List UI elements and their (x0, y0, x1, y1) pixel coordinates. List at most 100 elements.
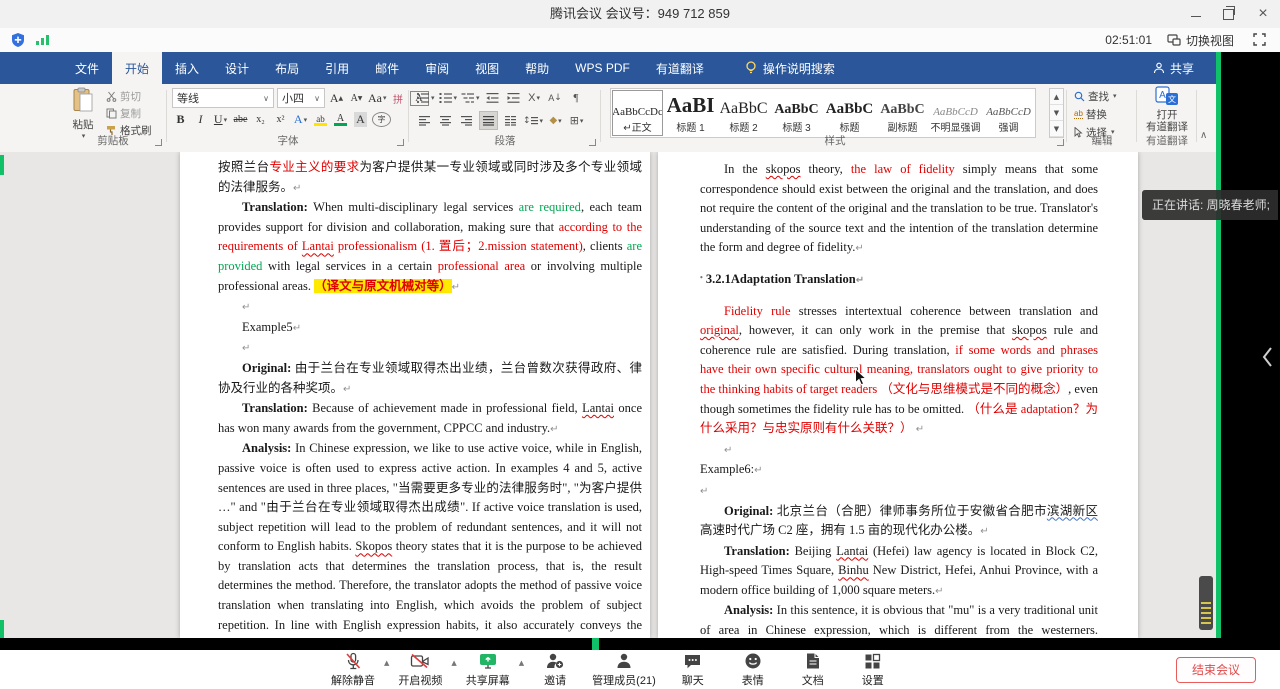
font-size-combo[interactable]: 小四∨ (277, 88, 325, 108)
scrollbar-thumb[interactable] (1199, 576, 1213, 630)
paragraph-dialog-launcher[interactable] (589, 139, 596, 146)
tell-me-search[interactable]: 操作说明搜索 (745, 52, 835, 84)
decrease-indent-icon[interactable] (484, 89, 501, 106)
strikethrough-button[interactable]: abe (232, 111, 249, 128)
tab-帮助[interactable]: 帮助 (512, 52, 562, 84)
document-canvas[interactable]: 按照兰台专业主义的要求为客户提供某一专业领域或同时涉及多个专业领域的法律服务。↵… (0, 152, 1216, 638)
show-marks-icon[interactable]: ¶ (568, 89, 585, 106)
share-options-arrow[interactable]: ▲ (519, 659, 524, 667)
enclose-characters-button[interactable]: 字 (372, 112, 391, 127)
tab-文件[interactable]: 文件 (62, 52, 112, 84)
multilevel-list-icon[interactable]: ▾ (461, 89, 480, 106)
borders-icon[interactable]: ⊞▾ (568, 112, 585, 129)
italic-button[interactable]: I (192, 111, 209, 128)
docs-button[interactable]: 文档 (790, 651, 836, 688)
style-item[interactable]: AaBbC标题 2 (717, 89, 770, 137)
distribute-icon[interactable] (502, 112, 519, 129)
tab-布局[interactable]: 布局 (262, 52, 312, 84)
tab-邮件[interactable]: 邮件 (362, 52, 412, 84)
change-case-button[interactable]: Aa▾ (368, 90, 387, 107)
style-item[interactable]: AaBbC标题 3 (770, 89, 823, 137)
chat-icon (683, 651, 702, 671)
fullscreen-icon[interactable] (1253, 33, 1266, 51)
tab-WPS PDF[interactable]: WPS PDF (562, 52, 643, 84)
styles-down-icon[interactable]: ▼ (1050, 105, 1063, 121)
settings-button[interactable]: 设置 (850, 651, 896, 688)
collapse-ribbon-icon[interactable]: ∧ (1200, 130, 1207, 141)
tab-设计[interactable]: 设计 (212, 52, 262, 84)
find-button[interactable]: 查找▾ (1074, 88, 1117, 104)
invite-button[interactable]: 邀请 (532, 651, 578, 688)
shrink-font-button[interactable]: A▼ (348, 90, 365, 107)
grow-font-button[interactable]: A▲ (328, 90, 345, 107)
style-item[interactable]: AaBbCcDc↵正文 (611, 89, 664, 137)
tab-视图[interactable]: 视图 (462, 52, 512, 84)
tab-引用[interactable]: 引用 (312, 52, 362, 84)
youdao-group-label: 有道翻译 (1138, 133, 1196, 148)
replace-button[interactable]: ab 替换 (1074, 106, 1117, 122)
members-icon (615, 651, 633, 671)
superscript-button[interactable]: x² (272, 111, 289, 128)
start-video-button[interactable]: 开启视频 (397, 651, 443, 688)
restore-icon[interactable] (1223, 9, 1234, 20)
highlight-button[interactable]: ab (312, 111, 329, 128)
styles-dialog-launcher[interactable] (1057, 139, 1064, 146)
clipboard-dialog-launcher[interactable] (155, 139, 162, 146)
tab-插入[interactable]: 插入 (162, 52, 212, 84)
style-item[interactable]: AaBbC标题 (823, 89, 876, 137)
subscript-button[interactable]: x₂ (252, 111, 269, 128)
end-meeting-button[interactable]: 结束会议 (1176, 657, 1256, 683)
close-icon[interactable]: × (1256, 7, 1270, 21)
cut-button[interactable]: 剪切 (106, 88, 152, 104)
mute-options-arrow[interactable]: ▲ (384, 659, 389, 667)
align-right-icon[interactable] (458, 112, 475, 129)
share-border-left-top (0, 155, 4, 175)
style-item[interactable]: AaBbCcD不明显强调 (929, 89, 982, 137)
meeting-titlebar: 腾讯会议 会议号：949 712 859 × (0, 0, 1280, 29)
window-controls: × (1191, 0, 1270, 28)
style-item[interactable]: AaBbC副标题 (876, 89, 929, 137)
tab-开始[interactable]: 开始 (112, 52, 162, 84)
styles-gallery: AaBbCcDc↵正文AaBI标题 1AaBbC标题 2AaBbC标题 3AaB… (610, 88, 1036, 138)
font-dialog-launcher[interactable] (397, 139, 404, 146)
manage-members-button[interactable]: 管理成员(21) (592, 651, 656, 688)
align-center-icon[interactable] (437, 112, 454, 129)
shared-screen-letterbox (1221, 52, 1280, 638)
copy-button[interactable]: 复制 (106, 105, 152, 121)
youdao-open-button[interactable]: A 文 打开 有道翻译 (1138, 86, 1196, 133)
align-left-icon[interactable] (416, 112, 433, 129)
collapse-panel-chevron-icon[interactable] (1262, 346, 1274, 368)
justify-icon[interactable] (479, 111, 498, 130)
line-spacing-icon[interactable]: ↕▾ (523, 112, 543, 129)
font-name-combo[interactable]: 等线∨ (172, 88, 274, 108)
asian-layout-icon[interactable]: X▾ (526, 89, 543, 106)
ribbon-tab-list: 文件开始插入设计布局引用邮件审阅视图帮助WPS PDF有道翻译 (62, 52, 717, 84)
increase-indent-icon[interactable] (505, 89, 522, 106)
style-item[interactable]: AaBbCcD强调 (982, 89, 1035, 137)
style-item[interactable]: AaBI标题 1 (664, 89, 717, 137)
shading-icon[interactable]: ◆▾ (547, 112, 564, 129)
tab-有道翻译[interactable]: 有道翻译 (643, 52, 717, 84)
style-label: 标题 (840, 119, 860, 134)
switch-view-icon (1167, 34, 1181, 46)
switch-view-button[interactable]: 切换视图 (1167, 28, 1234, 52)
styles-up-icon[interactable]: ▲ (1050, 89, 1063, 105)
share-screen-button[interactable]: 共享屏幕 (465, 651, 511, 688)
text-effects-button[interactable]: A▾ (292, 111, 309, 128)
share-button[interactable]: 共享 (1153, 52, 1194, 84)
bold-button[interactable]: B (172, 111, 189, 128)
video-options-arrow[interactable]: ▲ (451, 659, 456, 667)
font-color-button[interactable]: A (332, 111, 349, 128)
clipboard-icon (72, 87, 94, 113)
unmute-button[interactable]: 解除静音 (330, 651, 376, 688)
character-shading-button[interactable]: A (352, 111, 369, 128)
phonetic-guide-button[interactable]: 拼 (390, 90, 407, 107)
underline-button[interactable]: U▾ (212, 111, 229, 128)
minimize-icon[interactable] (1191, 11, 1201, 17)
chat-button[interactable]: 聊天 (670, 651, 716, 688)
bullet-list-icon[interactable]: ▾ (416, 89, 435, 106)
sort-icon[interactable]: A↓ (547, 89, 564, 106)
emoji-button[interactable]: 表情 (730, 651, 776, 688)
tab-审阅[interactable]: 审阅 (412, 52, 462, 84)
numbered-list-icon[interactable]: ▾ (439, 89, 458, 106)
